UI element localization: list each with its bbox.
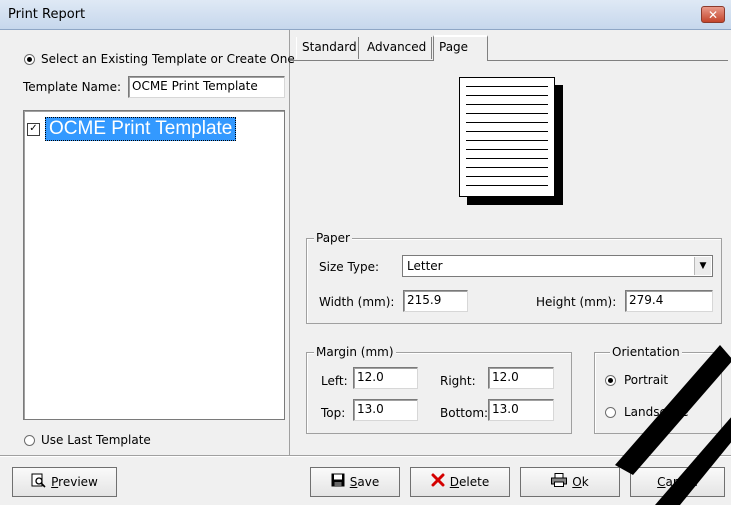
tab-advanced[interactable]: Advanced <box>362 37 432 59</box>
paper-line <box>466 86 548 87</box>
template-name-label: Template Name: <box>23 80 122 94</box>
delete-button[interactable]: Delete <box>410 467 510 497</box>
paper-line <box>466 131 548 132</box>
paper-line <box>466 122 548 123</box>
margin-top-input[interactable]: 13.0 <box>353 399 418 421</box>
button-bar-separator <box>0 455 731 457</box>
height-label: Height (mm): <box>536 295 617 309</box>
chevron-down-icon[interactable]: ▼ <box>694 257 711 275</box>
margin-top-label: Top: <box>321 406 346 420</box>
paper-line <box>466 140 548 141</box>
delete-accel: D <box>449 475 460 489</box>
use-last-template-label: Use Last Template <box>41 433 151 447</box>
select-template-label: Select an Existing Template or Create On… <box>41 52 295 66</box>
list-item[interactable]: ✓ OCME Print Template <box>27 117 237 141</box>
paper-line <box>466 176 548 177</box>
portrait-label: Portrait <box>624 373 669 387</box>
paper-line <box>466 185 548 186</box>
size-type-select[interactable]: Letter ▼ <box>402 255 713 277</box>
portrait-radio[interactable] <box>605 375 616 386</box>
width-label: Width (mm): <box>319 295 395 309</box>
preview-label: review <box>58 475 98 489</box>
template-item-label: OCME Print Template <box>45 117 237 141</box>
cancel-button[interactable]: Cancel <box>630 467 725 497</box>
paper-line <box>466 158 548 159</box>
size-type-value: Letter <box>407 259 443 273</box>
template-list[interactable]: ✓ OCME Print Template <box>23 110 285 420</box>
preview-button[interactable]: Preview <box>12 467 117 497</box>
preview-icon <box>31 473 46 492</box>
red-x-icon <box>431 473 445 491</box>
margin-bottom-label: Bottom: <box>440 406 489 420</box>
margin-bottom-input[interactable]: 13.0 <box>488 399 554 421</box>
margin-right-label: Right: <box>440 374 476 388</box>
use-last-template-radio[interactable] <box>24 435 35 446</box>
paper-line <box>466 167 548 168</box>
margin-legend: Margin (mm) <box>314 345 396 359</box>
width-input[interactable]: 215.9 <box>403 290 468 312</box>
page-preview-image <box>459 77 563 205</box>
save-button[interactable]: Save <box>310 467 400 497</box>
delete-label: elete <box>459 475 490 489</box>
tab-standard[interactable]: Standard <box>296 37 359 59</box>
size-type-label: Size Type: <box>319 260 380 274</box>
paper-legend: Paper <box>314 231 352 245</box>
ok-button[interactable]: Ok <box>520 467 620 497</box>
template-checkbox[interactable]: ✓ <box>27 122 40 136</box>
ok-accel: O <box>572 475 582 489</box>
select-template-radio[interactable] <box>24 54 35 65</box>
window-title: Print Report <box>8 7 86 22</box>
paper-line <box>466 104 548 105</box>
margin-right-input[interactable]: 12.0 <box>488 367 554 389</box>
printer-icon <box>551 473 568 491</box>
landscape-radio[interactable] <box>605 407 616 418</box>
floppy-icon <box>331 473 345 491</box>
save-label: ave <box>357 475 380 489</box>
height-input[interactable]: 279.4 <box>625 290 713 312</box>
orientation-legend: Orientation <box>610 345 682 359</box>
margin-group: Margin (mm) <box>306 345 572 434</box>
margin-left-label: Left: <box>321 374 348 388</box>
title-bar: Print Report ✕ <box>0 0 731 30</box>
paper-line <box>466 113 548 114</box>
close-icon: ✕ <box>707 8 719 22</box>
cancel-label: ancel <box>665 475 698 489</box>
orientation-group: Orientation <box>594 345 722 434</box>
close-button[interactable]: ✕ <box>701 6 725 23</box>
paper-sheet <box>459 77 555 197</box>
cancel-accel: C <box>657 475 666 489</box>
paper-line <box>466 95 548 96</box>
margin-left-input[interactable]: 12.0 <box>353 367 418 389</box>
ok-label: k <box>581 475 589 489</box>
tab-page[interactable]: Page <box>433 35 488 61</box>
template-name-input[interactable]: OCME Print Template <box>128 76 285 98</box>
landscape-label: Landscape <box>624 405 689 419</box>
paper-line <box>466 149 548 150</box>
